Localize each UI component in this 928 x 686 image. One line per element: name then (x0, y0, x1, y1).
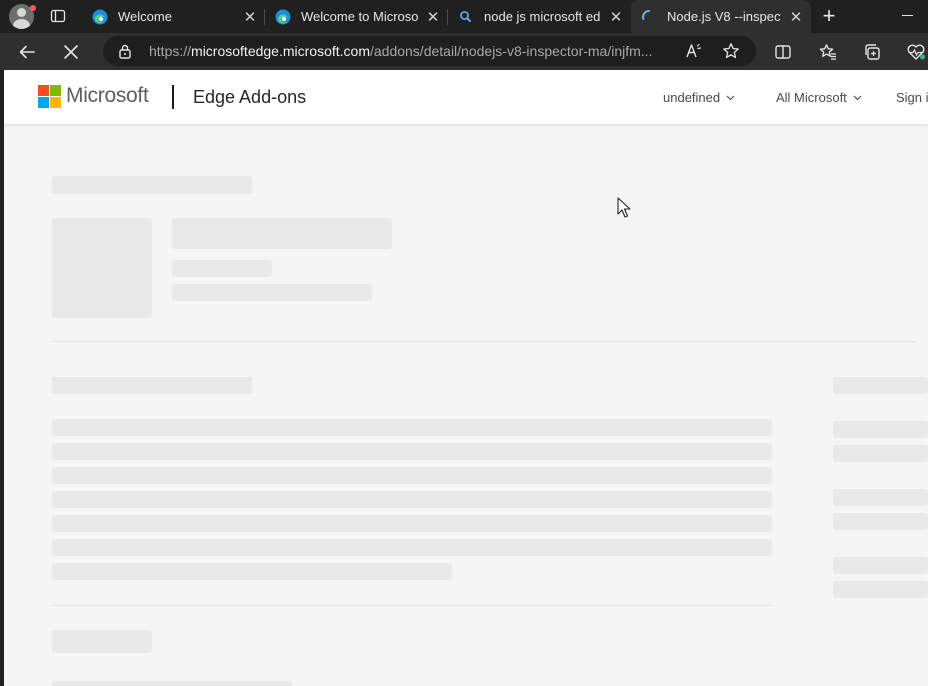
url-host: microsoftedge.microsoft.com (191, 43, 370, 59)
microsoft-logo-icon[interactable] (38, 85, 61, 108)
browser-essentials-button[interactable] (903, 39, 928, 65)
tab-title: Welcome (118, 9, 172, 24)
minimize-window-icon[interactable] (902, 15, 913, 16)
favorites-button[interactable] (815, 39, 841, 65)
lock-icon[interactable] (117, 43, 133, 59)
edge-addons-brand[interactable]: Edge Add-ons (193, 87, 306, 108)
skeleton-breadcrumb (52, 176, 252, 194)
page-content: Microsoft Edge Add-ons undefined All Mic… (4, 70, 928, 686)
tab-title: node js microsoft edg (484, 9, 601, 24)
close-tab-icon[interactable]: ✕ (235, 8, 265, 26)
skeleton-text-line (52, 539, 772, 556)
star-icon (723, 43, 739, 59)
url-path: /addons/detail/nodejs-v8-inspector-ma/in… (369, 43, 653, 59)
collections-button[interactable] (859, 39, 885, 65)
edge-icon (275, 9, 291, 25)
microsoft-logo-text[interactable]: Microsoft (66, 84, 149, 108)
tab-strip: Welcome ✕ Welcome to Microsoft ✕ node js… (0, 0, 928, 33)
skeleton-text-line (52, 467, 772, 484)
close-tab-icon[interactable]: ✕ (781, 8, 811, 26)
skeleton-text-line (52, 563, 452, 580)
skeleton-side-line (833, 513, 928, 530)
favorites-icon (819, 44, 836, 60)
profile-notification-dot (30, 5, 36, 11)
split-screen-button[interactable] (770, 39, 796, 65)
skeleton-title (172, 218, 392, 249)
back-arrow-icon (19, 45, 35, 59)
sign-in-link[interactable]: Sign i (896, 90, 928, 105)
locale-dropdown-label: undefined (663, 90, 721, 105)
skeleton-side-line (833, 557, 928, 574)
site-header: Microsoft Edge Add-ons undefined All Mic… (4, 70, 928, 124)
url-scheme: https:// (149, 43, 192, 59)
collections-icon (865, 44, 880, 60)
all-microsoft-menu[interactable]: All Microsoft (776, 90, 862, 105)
back-button[interactable] (14, 39, 40, 65)
all-microsoft-label: All Microsoft (776, 90, 847, 105)
tab-title: Welcome to Microsoft (301, 9, 418, 24)
address-bar[interactable]: https://microsoftedge.microsoft.com/addo… (103, 36, 756, 66)
skeleton-rating (172, 284, 372, 301)
skeleton-text-line (52, 491, 772, 508)
skeleton-extension-icon (52, 218, 152, 318)
section-divider (52, 605, 772, 606)
search-icon (458, 9, 474, 25)
tab-welcome[interactable]: Welcome ✕ (82, 0, 265, 33)
skeleton-text-line (52, 515, 772, 532)
skeleton-side-line (833, 581, 928, 598)
read-aloud-icon (686, 43, 702, 58)
heart-pulse-icon (907, 44, 925, 60)
read-aloud-button[interactable] (681, 38, 707, 64)
chevron-down-icon (726, 95, 735, 101)
locale-dropdown[interactable]: undefined (663, 90, 735, 105)
skeleton-text-line (52, 443, 772, 460)
skeleton-side-line (833, 489, 928, 506)
skeleton-side-heading (833, 377, 928, 394)
tab-title: Node.js V8 --inspector (667, 9, 781, 24)
browser-toolbar: https://microsoftedge.microsoft.com/addo… (0, 33, 928, 70)
loading-spinner-icon (641, 9, 657, 25)
tab-welcome-to-microsoft[interactable]: Welcome to Microsoft ✕ (265, 0, 448, 33)
chevron-down-icon (853, 95, 862, 101)
new-tab-button[interactable]: + (816, 4, 842, 30)
close-tab-icon[interactable]: ✕ (601, 8, 631, 26)
skeleton-text-line (52, 681, 292, 686)
skeleton-side-line (833, 421, 928, 438)
tab-nodejs-inspector[interactable]: Node.js V8 --inspector ✕ (631, 0, 811, 33)
mouse-cursor-icon (617, 197, 631, 218)
skeleton-publisher (172, 260, 272, 277)
header-divider (172, 85, 174, 109)
sign-in-label: Sign i (896, 90, 928, 105)
tab-actions-icon[interactable] (50, 8, 66, 24)
skeleton-text-line (52, 419, 772, 436)
skeleton-section-heading (52, 377, 252, 394)
url-text[interactable]: https://microsoftedge.microsoft.com/addo… (149, 43, 674, 59)
close-tab-icon[interactable]: ✕ (418, 8, 448, 26)
edge-icon (92, 9, 108, 25)
skeleton-side-line (833, 445, 928, 462)
stop-loading-button[interactable] (58, 39, 84, 65)
split-screen-icon (775, 45, 791, 59)
section-divider (52, 341, 915, 342)
skeleton-subheading (52, 630, 152, 653)
tab-search-results[interactable]: node js microsoft edg ✕ (448, 0, 631, 33)
stop-icon (64, 45, 78, 59)
add-favorite-button[interactable] (718, 38, 744, 64)
